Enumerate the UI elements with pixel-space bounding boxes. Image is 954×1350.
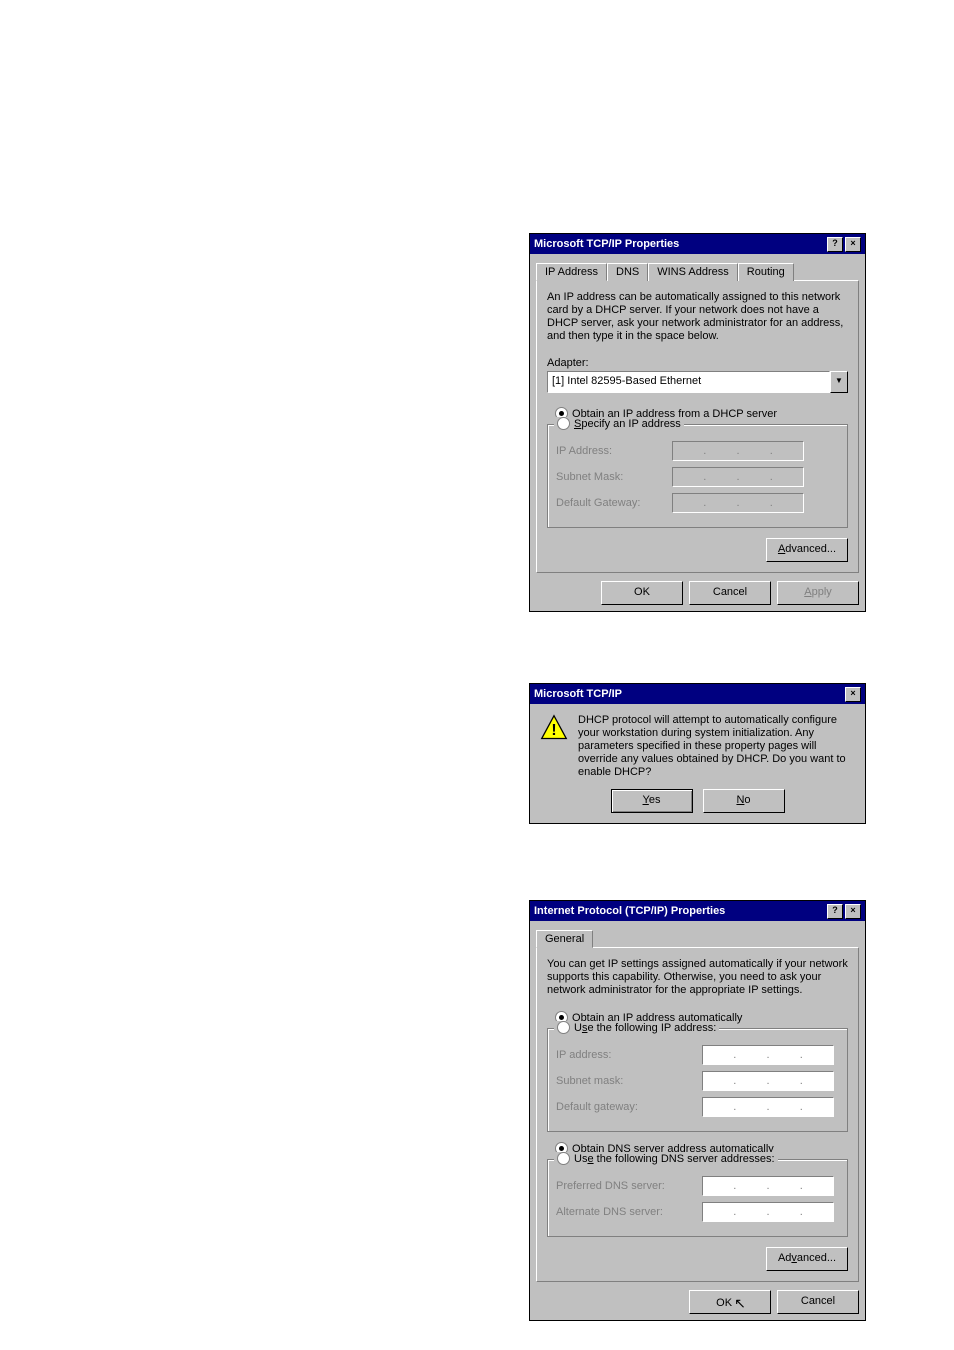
tab-dns[interactable]: DNS xyxy=(607,263,648,281)
default-gateway-label: Default Gateway: xyxy=(556,497,666,509)
specify-ip-group: Specify an IP address IP Address: ... Su… xyxy=(547,424,848,528)
preferred-dns-field: ... xyxy=(702,1176,834,1196)
tab-ip-address[interactable]: IP Address xyxy=(536,263,607,281)
radio-label: Specify an IP address xyxy=(574,418,681,430)
description-text: You can get IP settings assigned automat… xyxy=(547,958,848,997)
use-ip-group: Use the following IP address: IP address… xyxy=(547,1028,848,1132)
default-gateway-field: ... xyxy=(702,1097,834,1117)
tabstrip: IP Address DNS WINS Address Routing xyxy=(536,262,859,280)
internet-protocol-properties-dialog: Internet Protocol (TCP/IP) Properties ? … xyxy=(529,900,866,1321)
cancel-button[interactable]: Cancel xyxy=(777,1290,859,1314)
tabpanel-general: You can get IP settings assigned automat… xyxy=(536,947,859,1282)
adapter-value: [1] Intel 82595-Based Ethernet xyxy=(547,371,830,393)
titlebar[interactable]: Internet Protocol (TCP/IP) Properties ? … xyxy=(530,901,865,921)
close-icon[interactable]: × xyxy=(845,237,861,252)
titlebar[interactable]: Microsoft TCP/IP × xyxy=(530,684,865,704)
chevron-down-icon[interactable]: ▼ xyxy=(830,371,848,393)
ok-button[interactable]: OK xyxy=(601,581,683,605)
no-button[interactable]: No xyxy=(703,789,785,813)
radio-icon xyxy=(557,1021,570,1034)
default-gateway-label: Default gateway: xyxy=(556,1101,696,1113)
alternate-dns-label: Alternate DNS server: xyxy=(556,1206,696,1218)
title-text: Internet Protocol (TCP/IP) Properties xyxy=(534,905,725,917)
tabpanel-ip-address: An IP address can be automatically assig… xyxy=(536,280,859,573)
svg-text:!: ! xyxy=(551,722,556,739)
ip-address-label: IP Address: xyxy=(556,445,666,457)
ip-address-field: ... xyxy=(672,441,804,461)
cancel-button[interactable]: Cancel xyxy=(689,581,771,605)
tabstrip: General xyxy=(536,929,859,947)
ok-label: OK xyxy=(716,1297,732,1309)
subnet-mask-label: Subnet Mask: xyxy=(556,471,666,483)
advanced-button[interactable]: Advanced... xyxy=(766,538,848,562)
tab-general[interactable]: General xyxy=(536,930,593,948)
subnet-mask-label: Subnet mask: xyxy=(556,1075,696,1087)
message-text: DHCP protocol will attempt to automatica… xyxy=(578,714,855,779)
subnet-mask-field: ... xyxy=(702,1071,834,1091)
close-icon[interactable]: × xyxy=(845,687,861,702)
radio-label: Use the following IP address: xyxy=(574,1022,716,1034)
apply-button[interactable]: Apply xyxy=(777,581,859,605)
titlebar[interactable]: Microsoft TCP/IP Properties ? × xyxy=(530,234,865,254)
alternate-dns-field: ... xyxy=(702,1202,834,1222)
ok-button[interactable]: OK↖ xyxy=(689,1290,771,1314)
tab-wins-address[interactable]: WINS Address xyxy=(648,263,738,281)
adapter-label: Adapter: xyxy=(547,357,848,369)
tab-routing[interactable]: Routing xyxy=(738,263,794,281)
preferred-dns-label: Preferred DNS server: xyxy=(556,1180,696,1192)
radio-icon xyxy=(557,1152,570,1165)
ip-address-label: IP address: xyxy=(556,1049,696,1061)
cursor-icon: ↖ xyxy=(734,1293,746,1313)
dhcp-confirm-dialog: Microsoft TCP/IP × ! DHCP protocol will … xyxy=(529,683,866,824)
help-icon[interactable]: ? xyxy=(827,904,843,919)
yes-button[interactable]: Yes xyxy=(611,789,693,813)
close-icon[interactable]: × xyxy=(845,904,861,919)
title-text: Microsoft TCP/IP Properties xyxy=(534,238,679,250)
title-text: Microsoft TCP/IP xyxy=(534,688,622,700)
warning-icon: ! xyxy=(540,714,568,742)
tcpip-properties-dialog: Microsoft TCP/IP Properties ? × IP Addre… xyxy=(529,233,866,612)
radio-use-following-dns[interactable]: Use the following DNS server addresses: xyxy=(554,1152,778,1165)
radio-icon xyxy=(557,417,570,430)
adapter-combo[interactable]: [1] Intel 82595-Based Ethernet ▼ xyxy=(547,371,848,393)
ip-address-field: ... xyxy=(702,1045,834,1065)
radio-label: Use the following DNS server addresses: xyxy=(574,1153,775,1165)
help-icon[interactable]: ? xyxy=(827,237,843,252)
default-gateway-field: ... xyxy=(672,493,804,513)
radio-specify-ip[interactable]: Specify an IP address xyxy=(554,417,684,430)
advanced-button[interactable]: Advanced... xyxy=(766,1247,848,1271)
subnet-mask-field: ... xyxy=(672,467,804,487)
description-text: An IP address can be automatically assig… xyxy=(547,291,848,343)
use-dns-group: Use the following DNS server addresses: … xyxy=(547,1159,848,1237)
radio-use-following-ip[interactable]: Use the following IP address: xyxy=(554,1021,719,1034)
